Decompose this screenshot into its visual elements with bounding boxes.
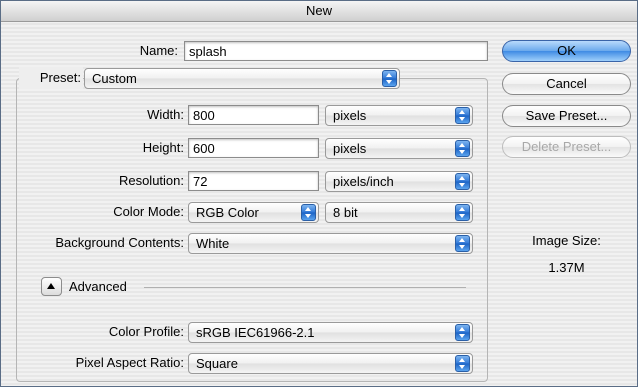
- image-size-value: 1.37M: [548, 260, 585, 275]
- background-contents-label: Background Contents:: [55, 235, 184, 250]
- bit-depth-select[interactable]: 8 bit: [325, 202, 473, 223]
- advanced-divider: [144, 287, 466, 288]
- updown-arrows-icon: [455, 235, 470, 252]
- new-document-dialog: New Name: splash Preset: Custom Width: 8…: [0, 0, 638, 387]
- resolution-unit-select[interactable]: pixels/inch: [325, 171, 473, 192]
- dialog-title: New: [1, 1, 637, 22]
- background-contents-select[interactable]: White: [188, 233, 473, 254]
- height-unit-value: pixels: [333, 141, 367, 156]
- height-unit-select[interactable]: pixels: [325, 138, 473, 159]
- updown-arrows-icon: [301, 204, 316, 221]
- height-label: Height:: [142, 140, 184, 155]
- name-label: Name:: [139, 43, 178, 58]
- color-mode-label: Color Mode:: [113, 204, 184, 219]
- color-mode-value: RGB Color: [196, 205, 259, 220]
- resolution-field[interactable]: 72: [188, 171, 319, 191]
- pixel-aspect-ratio-label: Pixel Aspect Ratio:: [75, 355, 184, 370]
- save-preset-button[interactable]: Save Preset...: [502, 105, 631, 127]
- width-unit-select[interactable]: pixels: [325, 105, 473, 126]
- preset-value: Custom: [92, 71, 137, 86]
- updown-arrows-icon: [382, 70, 397, 87]
- pixel-aspect-ratio-value: Square: [196, 356, 238, 371]
- name-field[interactable]: splash: [184, 41, 488, 61]
- cancel-button[interactable]: Cancel: [502, 73, 631, 95]
- height-field[interactable]: 600: [188, 138, 319, 158]
- updown-arrows-icon: [455, 204, 470, 221]
- disclosure-triangle-icon[interactable]: [41, 277, 62, 296]
- ok-button[interactable]: OK: [502, 40, 631, 62]
- updown-arrows-icon: [455, 140, 470, 157]
- preset-label: Preset:: [19, 67, 83, 89]
- width-unit-value: pixels: [333, 108, 367, 123]
- width-label: Width:: [147, 107, 184, 122]
- advanced-label: Advanced: [69, 279, 127, 294]
- updown-arrows-icon: [455, 173, 470, 190]
- resolution-unit-value: pixels/inch: [333, 174, 394, 189]
- pixel-aspect-ratio-select[interactable]: Square: [188, 353, 473, 374]
- color-profile-select[interactable]: sRGB IEC61966-2.1: [188, 322, 473, 343]
- bit-depth-value: 8 bit: [333, 205, 358, 220]
- background-contents-value: White: [196, 236, 230, 251]
- updown-arrows-icon: [455, 355, 470, 372]
- resolution-label: Resolution:: [118, 173, 184, 188]
- updown-arrows-icon: [455, 107, 470, 124]
- preset-select[interactable]: Custom: [84, 68, 400, 89]
- width-field[interactable]: 800: [188, 105, 319, 125]
- updown-arrows-icon: [455, 324, 470, 341]
- color-profile-value: sRGB IEC61966-2.1: [196, 325, 315, 340]
- delete-preset-button: Delete Preset...: [502, 136, 631, 158]
- image-size-label: Image Size:: [532, 233, 601, 248]
- color-mode-select[interactable]: RGB Color: [188, 202, 319, 223]
- color-profile-label: Color Profile:: [108, 324, 184, 339]
